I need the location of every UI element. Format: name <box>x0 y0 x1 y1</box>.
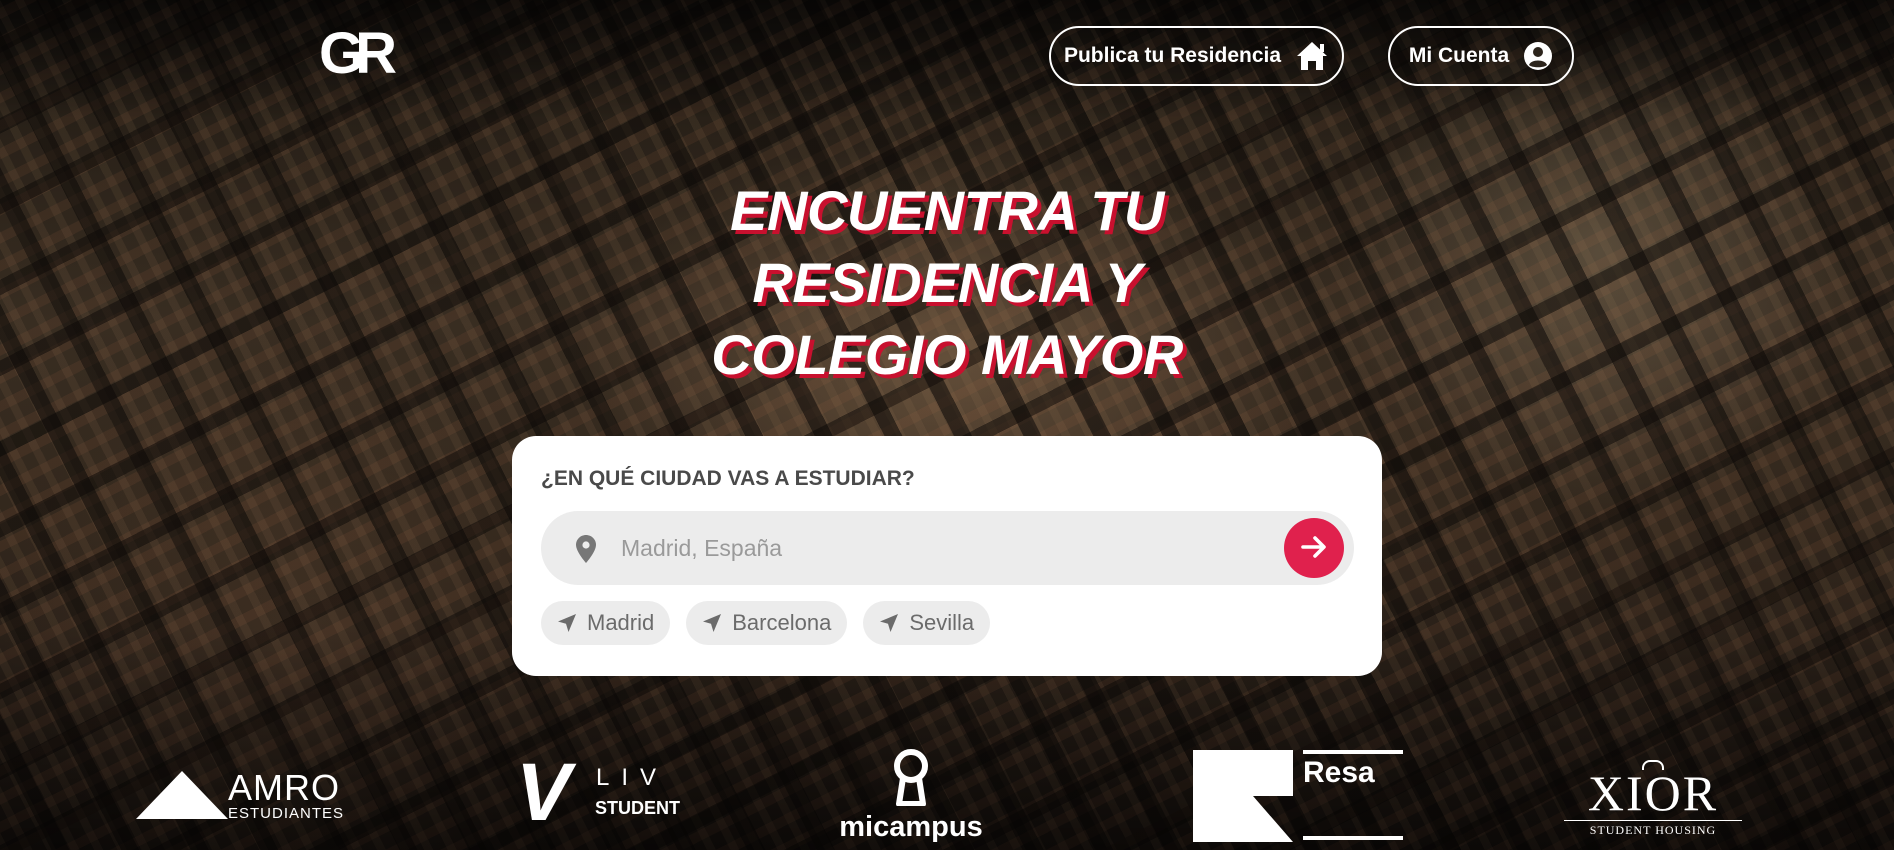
xior-subtitle: STUDENT HOUSING <box>1564 820 1742 838</box>
city-chip-sevilla[interactable]: Sevilla <box>863 601 991 645</box>
partner-logos: AMRO ESTUDIANTES V LIV STUDENT micampus … <box>0 740 1894 850</box>
my-account-label: Mi Cuenta <box>1408 44 1510 67</box>
house-icon <box>1295 40 1329 72</box>
publish-residence-button[interactable]: Publica tu Residencia <box>1049 26 1344 86</box>
city-chip-label: Madrid <box>587 610 655 635</box>
location-arrow-icon <box>879 613 899 633</box>
city-search-field[interactable] <box>541 511 1354 585</box>
map-pin-icon <box>576 535 596 568</box>
site-header: GR Publica tu Residencia Mi Cuenta <box>0 0 1894 110</box>
search-submit-button[interactable] <box>1284 518 1344 578</box>
city-chip-barcelona[interactable]: Barcelona <box>686 601 848 645</box>
partner-logo-xior[interactable]: XIOR STUDENT HOUSING <box>1558 760 1748 837</box>
partner-logo-liv-student[interactable]: V LIV STUDENT <box>516 747 680 838</box>
site-logo[interactable]: GR <box>319 24 411 84</box>
partner-logo-resa[interactable]: Resa <box>1193 750 1403 842</box>
amro-triangle-mark <box>136 771 228 819</box>
resa-name: Resa <box>1303 756 1375 789</box>
resa-top-rule <box>1303 750 1403 754</box>
city-suggestions: Madrid Barcelona Sevilla <box>541 601 991 645</box>
city-search-card: ¿EN QUÉ CIUDAD VAS A ESTUDIAR? Madrid, E… <box>512 436 1382 676</box>
city-chip-label: Sevilla <box>909 610 975 635</box>
xior-name: XIOR <box>1587 765 1719 821</box>
partner-logo-micampus[interactable]: micampus <box>836 748 986 848</box>
partner-logo-amro[interactable]: AMRO ESTUDIANTES <box>136 767 345 823</box>
hero-title-line-3: COLEGIO MAYOR <box>711 323 1183 386</box>
amro-subtitle: ESTUDIANTES <box>228 805 345 822</box>
city-search-label: ¿EN QUÉ CIUDAD VAS A ESTUDIAR? <box>541 467 915 490</box>
publish-residence-label: Publica tu Residencia <box>1063 44 1282 67</box>
city-chip-madrid[interactable]: Madrid <box>541 601 671 645</box>
hero-title-line-2: RESIDENCIA Y <box>752 251 1142 314</box>
micampus-name: micampus <box>839 811 983 843</box>
city-search-input[interactable] <box>621 525 1221 571</box>
resa-mark-icon <box>1193 750 1293 847</box>
location-arrow-icon <box>702 613 722 633</box>
user-circle-icon <box>1523 41 1553 71</box>
resa-bottom-rule <box>1303 836 1403 840</box>
arrow-right-icon <box>1299 532 1329 565</box>
background-overlay <box>0 0 1894 850</box>
amro-name: AMRO <box>228 767 340 808</box>
liv-v-mark: V <box>516 747 571 838</box>
liv-subtitle: STUDENT <box>595 798 680 818</box>
keyhole-icon <box>836 748 986 811</box>
city-chip-label: Barcelona <box>732 610 832 635</box>
hero-title: ENCUENTRA TU RESIDENCIA Y COLEGIO MAYOR <box>600 175 1294 391</box>
liv-name: LIV <box>596 764 669 791</box>
xior-cap-icon <box>1642 760 1664 770</box>
my-account-button[interactable]: Mi Cuenta <box>1388 26 1574 86</box>
hero-title-line-1: ENCUENTRA TU <box>730 179 1164 242</box>
location-arrow-icon <box>557 613 577 633</box>
